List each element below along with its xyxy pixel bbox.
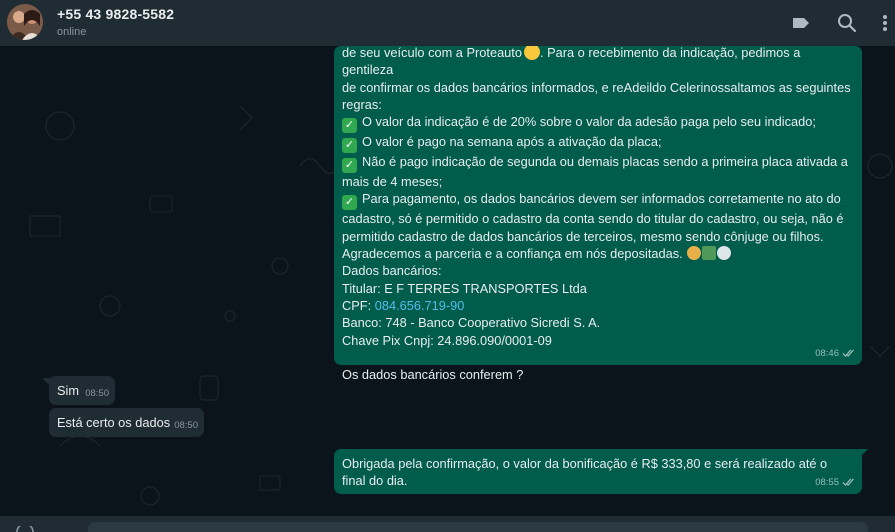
outgoing-message[interactable]: de seu veículo com a Proteauto. Para o r… (334, 46, 862, 382)
message-line: O valor é pago na semana após a ativação… (362, 134, 662, 150)
message-time: 08:55 (815, 476, 839, 488)
message-text: Obrigada pela confirmação, o valor da bo… (342, 456, 828, 489)
check-mark-emoji-icon: ✓ (342, 158, 357, 174)
contact-status: online (57, 26, 87, 38)
message-line: mais de 4 meses; (342, 174, 443, 190)
message-line: Dados bancários: (342, 263, 442, 279)
message-line: O valor da indicação é de 20% sobre o va… (362, 114, 816, 130)
smile-emoji-icon (523, 46, 540, 60)
double-check-icon (842, 478, 854, 487)
incoming-message[interactable]: Sim 08:50 (49, 376, 115, 405)
message-meta: 08:46 (815, 345, 856, 362)
message-text: de seu veículo com a Proteauto. Para o r… (342, 46, 854, 383)
check-mark-emoji-icon: ✓ (342, 195, 357, 211)
search-icon[interactable] (836, 12, 858, 34)
message-line: regras: (342, 96, 382, 112)
outgoing-message[interactable]: Obrigada pela confirmação, o valor da bo… (334, 449, 862, 494)
message-text: Está certo os dados (57, 415, 171, 430)
message-line: permitido cadastro de dados bancários de… (342, 228, 824, 244)
message-composer (0, 516, 895, 532)
bubble-tail (858, 449, 868, 459)
dash-emoji-icon (717, 246, 732, 261)
incoming-message[interactable]: Está certo os dados 08:50 (49, 408, 204, 437)
contact-avatar[interactable] (7, 4, 43, 40)
emoji-icon[interactable] (16, 526, 34, 532)
message-line: de confirmar os dados bancários informad… (342, 79, 851, 95)
message-meta: 08:50 (174, 417, 198, 434)
chat-header: +55 43 9828-5582 online (0, 0, 895, 46)
message-meta: 08:50 (85, 385, 109, 402)
message-meta: 08:55 (815, 474, 856, 491)
phone-number-link[interactable]: 084.656.719-90 (375, 298, 465, 313)
check-mark-emoji-icon: ✓ (342, 118, 357, 134)
check-mark-emoji-icon: ✓ (342, 138, 357, 154)
handshake-emoji-icon (687, 246, 702, 261)
message-line: de seu veículo com a Proteauto (342, 46, 522, 60)
message-time: 08:50 (85, 387, 109, 399)
message-time: 08:50 (174, 419, 198, 431)
double-check-icon (842, 349, 854, 358)
message-line: Chave Pix Cnpj: 24.896.090/0001-09 (342, 332, 552, 348)
chat-area[interactable]: de seu veículo com a Proteauto. Para o r… (0, 46, 895, 516)
contact-name[interactable]: +55 43 9828-5582 (57, 6, 174, 22)
message-time: 08:46 (815, 347, 839, 359)
label-icon[interactable] (790, 12, 812, 34)
message-line: cadastro, só é permitido o cadastro da c… (342, 211, 844, 227)
message-text: Sim (57, 383, 80, 398)
truck-emoji-icon (702, 246, 717, 261)
menu-icon[interactable] (880, 12, 895, 34)
message-input[interactable] (88, 522, 868, 532)
message-line: CPF: (342, 297, 375, 313)
message-line: Para pagamento, os dados bancários devem… (362, 191, 841, 207)
message-line: Não é pago indicação de segunda ou demai… (362, 154, 848, 170)
message-line: Agradecemos a parceria e a confiança em … (342, 246, 683, 262)
message-line: Banco: 748 - Banco Cooperativo Sicredi S… (342, 315, 601, 331)
message-line: Titular: E F TERRES TRANSPORTES Ltda (342, 280, 587, 296)
message-line: Os dados bancários conferem ? (342, 367, 524, 383)
